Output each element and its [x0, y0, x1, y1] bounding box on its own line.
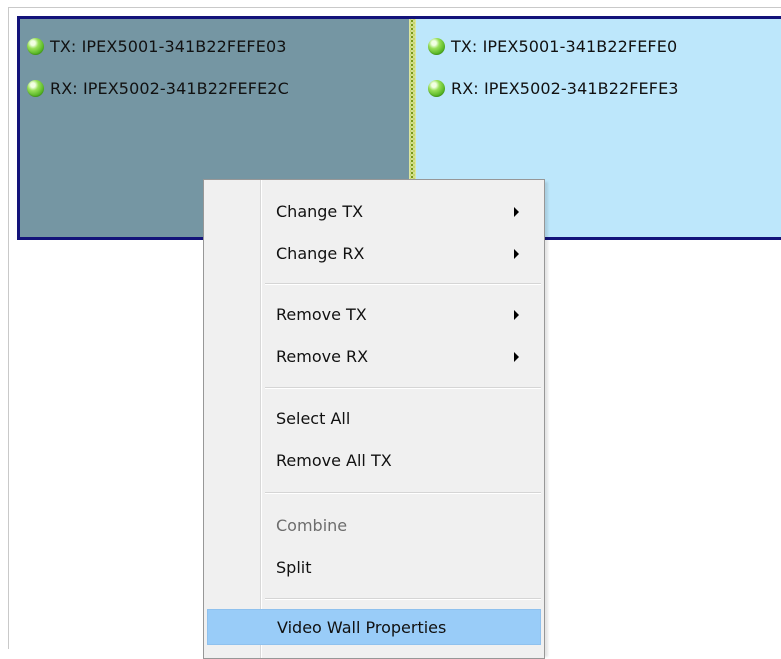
submenu-arrow-icon	[514, 310, 519, 320]
menu-separator	[265, 283, 541, 285]
menu-item-split[interactable]: Split	[207, 550, 541, 586]
display-1-tx-label: TX: IPEX5001-341B22FEFE03	[50, 36, 287, 56]
menu-item-remove-all-tx[interactable]: Remove All TX	[207, 443, 541, 479]
menu-item-label: Change RX	[276, 244, 365, 263]
menu-item-combine[interactable]: Combine	[207, 508, 541, 544]
video-wall-canvas: TX: IPEX5001-341B22FEFE03 RX: IPEX5002-3…	[0, 0, 781, 659]
menu-item-label: Select All	[276, 409, 351, 428]
menu-item-remove-tx[interactable]: Remove TX	[207, 297, 541, 333]
display-2-tx-endpoint[interactable]: TX: IPEX5001-341B22FEFE0	[428, 36, 677, 56]
menu-item-label: Remove TX	[276, 305, 367, 324]
submenu-arrow-icon	[514, 249, 519, 259]
menu-item-select-all[interactable]: Select All	[207, 401, 541, 437]
green-led-icon	[428, 37, 445, 55]
display-1-rx-endpoint[interactable]: RX: IPEX5002-341B22FEFE2C	[27, 78, 289, 98]
menu-item-remove-rx[interactable]: Remove RX	[207, 339, 541, 375]
menu-item-change-rx[interactable]: Change RX	[207, 236, 541, 272]
menu-item-video-wall-properties[interactable]: Video Wall Properties	[207, 609, 541, 645]
menu-item-label: Remove All TX	[276, 451, 392, 470]
menu-separator-light	[265, 599, 541, 600]
green-led-icon	[27, 79, 44, 97]
display-2-tx-label: TX: IPEX5001-341B22FEFE0	[451, 36, 678, 56]
green-led-icon	[27, 37, 44, 55]
menu-item-change-tx[interactable]: Change TX	[207, 194, 541, 230]
menu-separator	[265, 492, 541, 494]
menu-separator	[265, 387, 541, 389]
display-2-rx-label: RX: IPEX5002-341B22FEFE3	[451, 78, 679, 98]
display-1-rx-label: RX: IPEX5002-341B22FEFE2C	[50, 78, 289, 98]
menu-separator-light	[265, 388, 541, 389]
menu-item-label: Combine	[276, 516, 348, 535]
canvas-left-border	[8, 7, 9, 649]
menu-item-label: Split	[276, 558, 312, 577]
menu-item-label: Change TX	[276, 202, 364, 221]
green-led-icon	[428, 79, 445, 97]
canvas-top-border	[8, 7, 781, 8]
menu-separator	[265, 598, 541, 600]
submenu-arrow-icon	[514, 352, 519, 362]
submenu-arrow-icon	[514, 207, 519, 217]
menu-separator-light	[265, 284, 541, 285]
menu-item-label: Video Wall Properties	[277, 618, 447, 637]
display-split-divider[interactable]	[409, 19, 416, 179]
menu-separator-light	[265, 493, 541, 494]
display-2-rx-endpoint[interactable]: RX: IPEX5002-341B22FEFE3	[428, 78, 679, 98]
context-menu: Change TX Change RX Remove TX Remove RX …	[203, 179, 545, 659]
display-1-tx-endpoint[interactable]: TX: IPEX5001-341B22FEFE03	[27, 36, 287, 56]
menu-item-label: Remove RX	[276, 347, 369, 366]
